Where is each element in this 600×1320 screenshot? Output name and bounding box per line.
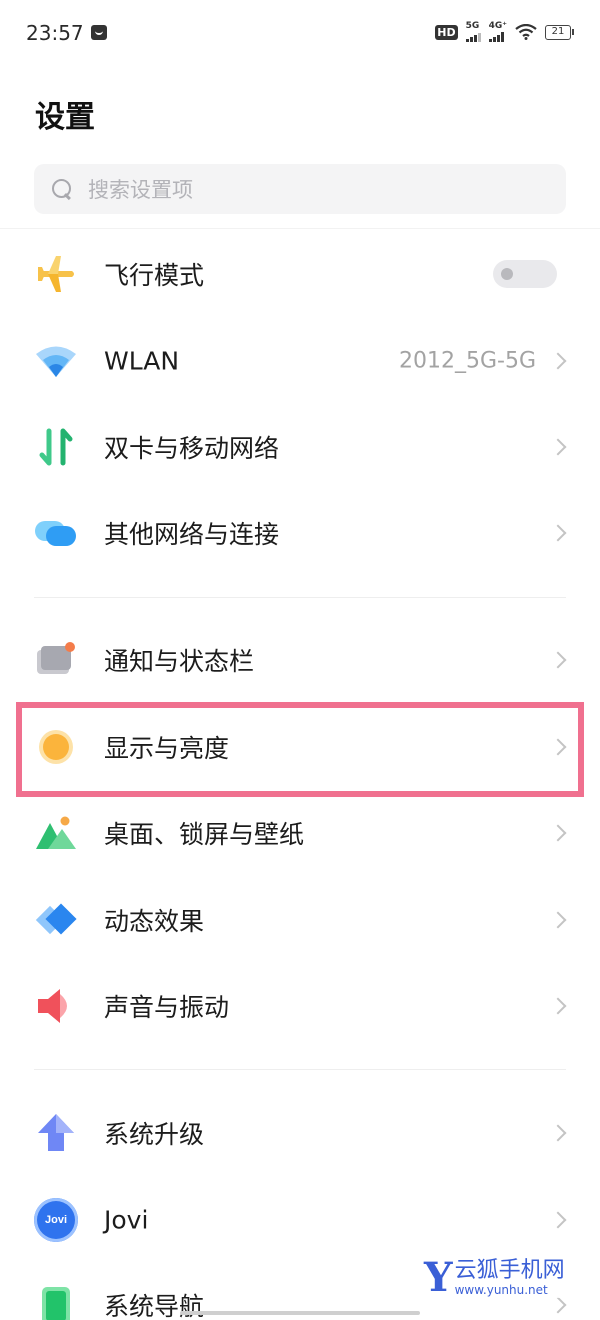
settings-item-label: 动态效果 [104,907,205,936]
settings-item-motion-effects[interactable]: 动态效果 [0,877,600,963]
search-icon [50,177,74,201]
site-watermark: Y 云狐手机网 www.yunhu.net [424,1258,565,1298]
settings-item-system-upgrade[interactable]: 系统升级 [0,1090,600,1176]
system-navigation-icon [42,1287,70,1320]
settings-item-wlan[interactable]: WLAN 2012_5G-5G [0,318,600,404]
chevron-right-icon [549,438,567,456]
wifi-icon [36,346,76,377]
airplane-icon [38,256,74,292]
settings-item-sound-vibration[interactable]: 声音与振动 [0,963,600,1049]
search-input[interactable]: 搜索设置项 [34,164,566,214]
hd-voice-badge: HD [435,24,458,40]
sim2-network-label: 4G⁺ [488,21,507,31]
watermark-url: www.yunhu.net [454,1283,548,1297]
settings-item-label: 声音与振动 [104,993,230,1022]
home-indicator[interactable] [180,1311,420,1315]
page-title: 设置 [35,100,95,135]
system-upgrade-icon [38,1114,74,1151]
highlight-annotation [16,702,584,797]
chevron-right-icon [549,911,567,929]
notification-icon [37,642,75,674]
chevron-right-icon [549,997,567,1015]
chevron-right-icon [549,524,567,542]
settings-item-dual-sim[interactable]: 双卡与移动网络 [0,404,600,490]
settings-item-label: Jovi [104,1205,149,1235]
wifi-status-icon [515,24,537,40]
chevron-right-icon [549,1296,567,1314]
chevron-right-icon [549,824,567,842]
status-bar: 23:57 HD 5G 4G⁺ 21 [0,0,600,66]
sim1-network-label: 5G [465,21,480,31]
settings-item-label: 系统导航 [104,1292,205,1320]
settings-item-label: 通知与状态栏 [104,647,255,676]
settings-item-label: WLAN [104,346,180,376]
settings-item-jovi[interactable]: Jovi Jovi [0,1177,600,1263]
settings-item-notification-status-bar[interactable]: 通知与状态栏 [0,617,600,703]
sound-icon [38,989,67,1023]
status-indicators: HD 5G 4G⁺ 21 [435,22,574,42]
settings-item-label: 其他网络与连接 [104,520,280,549]
connection-icon [35,521,76,546]
battery-icon: 21 [545,24,574,40]
chevron-right-icon [549,1211,567,1229]
sim2-signal-icon: 4G⁺ [488,21,507,42]
settings-item-airplane-mode[interactable]: 飞行模式 [0,231,600,317]
settings-item-label: 飞行模式 [104,261,205,290]
watermark-logo: Y [424,1254,453,1301]
wallpaper-icon [36,816,76,849]
section-divider [34,597,566,598]
settings-item-label: 双卡与移动网络 [104,434,280,463]
jovi-icon: Jovi [34,1198,78,1242]
sim1-signal-icon: 5G [465,21,481,42]
settings-item-label: 桌面、锁屏与壁纸 [104,820,305,849]
dual-sim-network-icon [39,428,73,466]
chevron-right-icon [549,1124,567,1142]
search-divider [0,228,600,229]
battery-level: 21 [545,24,571,40]
airplane-mode-toggle[interactable] [493,260,557,288]
status-time: 23:57 [26,21,84,45]
settings-item-other-connections[interactable]: 其他网络与连接 [0,490,600,576]
jovi-icon-text: Jovi [44,1214,67,1226]
motion-effect-icon [35,903,77,935]
toggle-knob [501,268,513,280]
chevron-right-icon [549,352,567,370]
search-placeholder: 搜索设置项 [88,178,193,202]
settings-item-wallpaper[interactable]: 桌面、锁屏与壁纸 [0,790,600,876]
watermark-name: 云狐手机网 [454,1258,565,1283]
wlan-network-name: 2012_5G-5G [398,348,536,374]
settings-item-label: 系统升级 [104,1120,205,1149]
chevron-right-icon [549,651,567,669]
section-divider [34,1069,566,1070]
message-notification-icon [91,25,107,40]
